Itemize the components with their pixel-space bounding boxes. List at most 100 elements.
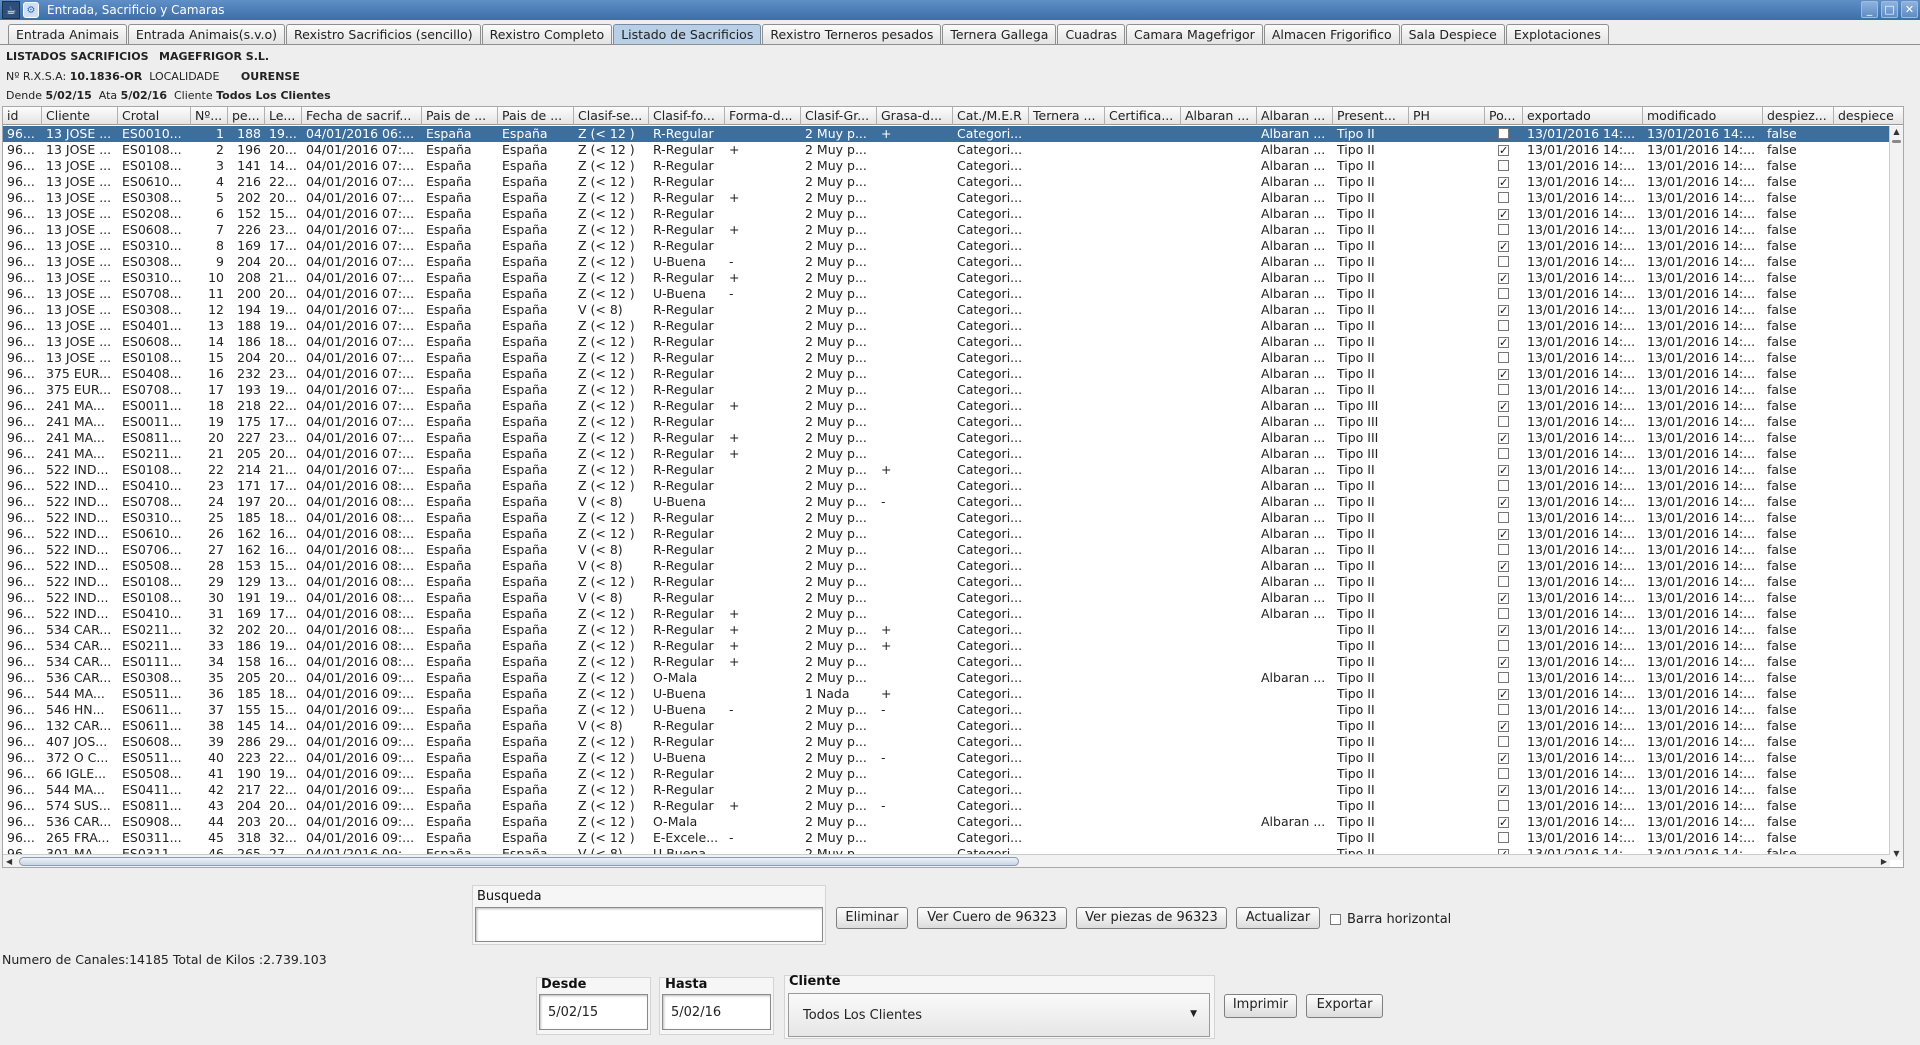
cliente-combobox[interactable]: Todos Los Clientes ▼ (788, 993, 1210, 1037)
table-row[interactable]: 96... 13 JOSE ... ES0108... 3 141 14... 04/01/… (3, 158, 1903, 174)
po-checkbox[interactable] (1498, 608, 1509, 619)
table-row[interactable]: 96... 522 IND... ES0610... 26 162 16... 04/01/… (3, 526, 1903, 542)
vertical-scrollbar[interactable]: ▲ ▼ (1889, 126, 1903, 860)
po-checkbox[interactable]: ✓ (1498, 337, 1509, 348)
window-menu-icon[interactable]: ⚙ (23, 2, 39, 18)
table-row[interactable]: 96... 241 MA... ES0011... 19 175 17... 04/01/2… (3, 414, 1903, 430)
po-checkbox[interactable] (1498, 512, 1509, 523)
po-checkbox[interactable]: ✓ (1498, 433, 1509, 444)
table-row[interactable]: 96... 265 FRA... ES0311... 45 318 32... 04/01/… (3, 830, 1903, 846)
tab-ternera-gallega[interactable]: Ternera Gallega (942, 24, 1057, 44)
imprimir-button[interactable]: Imprimir (1224, 994, 1297, 1018)
column-header[interactable]: Po... (1485, 107, 1523, 125)
column-header[interactable]: Cliente (42, 107, 118, 125)
table-row[interactable]: 96... 546 HN... ES0611... 37 155 15... 04/01/2… (3, 702, 1903, 718)
table-row[interactable]: 96... 241 MA... ES0811... 20 227 23... 04/01/2… (3, 430, 1903, 446)
search-input[interactable] (475, 907, 823, 942)
po-checkbox[interactable] (1498, 256, 1509, 267)
table-row[interactable]: 96... 132 CAR... ES0611... 38 145 14... 04/01/… (3, 718, 1903, 734)
po-checkbox[interactable]: ✓ (1498, 497, 1509, 508)
table-row[interactable]: 96... 13 JOSE ... ES0401... 13 188 19... 04/01… (3, 318, 1903, 334)
column-header[interactable]: Nº... (191, 107, 228, 125)
horizontal-scroll-thumb[interactable] (19, 857, 1019, 866)
tab-explotaciones[interactable]: Explotaciones (1505, 24, 1609, 44)
table-row[interactable]: 96... 13 JOSE ... ES0308... 5 202 20... 04/01/… (3, 190, 1903, 206)
tab-rexistro-sacrificios-sencillo[interactable]: Rexistro Sacrificios (sencillo) (286, 24, 481, 44)
table-row[interactable]: 96... 13 JOSE ... ES0610... 4 216 22... 04/01/… (3, 174, 1903, 190)
table-row[interactable]: 96... 13 JOSE ... ES0708... 11 200 20... 04/01… (3, 286, 1903, 302)
table-row[interactable]: 96... 13 JOSE ... ES0310... 10 208 21... 04/01… (3, 270, 1903, 286)
po-checkbox[interactable] (1498, 128, 1509, 139)
po-checkbox[interactable]: ✓ (1498, 657, 1509, 668)
tab-entrada-animais-s-v-o[interactable]: Entrada Animais(s.v.o) (127, 24, 286, 44)
po-checkbox[interactable]: ✓ (1498, 305, 1509, 316)
po-checkbox[interactable]: ✓ (1498, 753, 1509, 764)
po-checkbox[interactable] (1498, 768, 1509, 779)
scroll-up-icon[interactable]: ▲ (1890, 126, 1903, 138)
column-header[interactable]: pe... (228, 107, 265, 125)
barra-horizontal-checkbox[interactable] (1330, 914, 1341, 925)
column-header[interactable]: Forma-d... (725, 107, 801, 125)
po-checkbox[interactable] (1498, 448, 1509, 459)
table-row[interactable]: 96... 534 CAR... ES0211... 32 202 20... 04/01/… (3, 622, 1903, 638)
tab-listado-de-sacrificios[interactable]: Listado de Sacrificios (613, 24, 762, 44)
table-row[interactable]: 96... 522 IND... ES0508... 28 153 15... 04/01/… (3, 558, 1903, 574)
table-row[interactable]: 96... 66 IGLE... ES0508... 41 190 19... 04/01/… (3, 766, 1903, 782)
column-header[interactable]: Certifica... (1105, 107, 1181, 125)
table-row[interactable]: 96... 241 MA... ES0211... 21 205 20... 04/01/2… (3, 446, 1903, 462)
table-row[interactable]: 96... 372 O C... ES0511... 40 223 22... 04/01/… (3, 750, 1903, 766)
po-checkbox[interactable] (1498, 320, 1509, 331)
column-header[interactable]: Grasa-d... (877, 107, 953, 125)
ver-cuero-button[interactable]: Ver Cuero de 96323 (917, 907, 1067, 929)
po-checkbox[interactable]: ✓ (1498, 817, 1509, 828)
scroll-down-icon[interactable]: ▼ (1890, 848, 1903, 860)
table-row[interactable]: 96... 13 JOSE ... ES0108... 2 196 20... 04/01/… (3, 142, 1903, 158)
tab-sala-despiece[interactable]: Sala Despiece (1400, 24, 1505, 44)
table-row[interactable]: 96... 544 MA... ES0511... 36 185 18... 04/01/2… (3, 686, 1903, 702)
table-row[interactable]: 96... 544 MA... ES0411... 42 217 22... 04/01/2… (3, 782, 1903, 798)
table-row[interactable]: 96... 13 JOSE ... ES0308... 12 194 19... 04/01… (3, 302, 1903, 318)
po-checkbox[interactable] (1498, 640, 1509, 651)
column-header[interactable]: Present... (1333, 107, 1409, 125)
table-row[interactable]: 96... 13 JOSE ... ES0108... 15 204 20... 04/01… (3, 350, 1903, 366)
column-header[interactable]: Le... (265, 107, 302, 125)
column-header[interactable]: Clasif-Gr... (801, 107, 877, 125)
tab-entrada-animais[interactable]: Entrada Animais (8, 24, 127, 44)
actualizar-button[interactable]: Actualizar (1236, 907, 1320, 929)
column-header[interactable]: Clasif-fo... (649, 107, 725, 125)
tab-almacen-frigorifico[interactable]: Almacen Frigorifico (1263, 24, 1400, 44)
po-checkbox[interactable]: ✓ (1498, 145, 1509, 156)
po-checkbox[interactable] (1498, 160, 1509, 171)
table-row[interactable]: 96... 13 JOSE ... ES0608... 7 226 23... 04/01/… (3, 222, 1903, 238)
po-checkbox[interactable]: ✓ (1498, 561, 1509, 572)
po-checkbox[interactable] (1498, 352, 1509, 363)
scroll-left-icon[interactable]: ◀ (6, 855, 12, 867)
table-row[interactable]: 96... 407 JOS... ES0608... 39 286 29... 04/01/… (3, 734, 1903, 750)
po-checkbox[interactable] (1498, 832, 1509, 843)
column-header[interactable]: Crotal (118, 107, 191, 125)
table-row[interactable]: 96... 241 MA... ES0011... 18 218 22... 04/01/2… (3, 398, 1903, 414)
tab-cuadras[interactable]: Cuadras (1057, 24, 1125, 44)
table-row[interactable]: 96... 536 CAR... ES0308... 35 205 20... 04/01/… (3, 670, 1903, 686)
po-checkbox[interactable]: ✓ (1498, 241, 1509, 252)
chevron-down-icon[interactable]: ▼ (1190, 1009, 1197, 1019)
column-header[interactable]: Albaran ... (1257, 107, 1333, 125)
po-checkbox[interactable]: ✓ (1498, 721, 1509, 732)
po-checkbox[interactable] (1498, 736, 1509, 747)
column-header[interactable]: Albaran ... (1181, 107, 1257, 125)
po-checkbox[interactable]: ✓ (1498, 625, 1509, 636)
table-row[interactable]: 96... 536 CAR... ES0908... 44 203 20... 04/01/… (3, 814, 1903, 830)
tab-camara-magefrigor[interactable]: Camara Magefrigor (1126, 24, 1263, 44)
po-checkbox[interactable]: ✓ (1498, 785, 1509, 796)
column-header[interactable]: Pais de ... (422, 107, 498, 125)
po-checkbox[interactable]: ✓ (1498, 465, 1509, 476)
desde-field[interactable]: 5/02/15 (539, 994, 648, 1030)
column-header[interactable]: Fecha de sacrif... (302, 107, 422, 125)
table-row[interactable]: 96... 13 JOSE ... ES0208... 6 152 15... 04/01/… (3, 206, 1903, 222)
table-row[interactable]: 96... 375 EUR... ES0408... 16 232 23... 04/01/… (3, 366, 1903, 382)
scroll-right-icon[interactable]: ▶ (1881, 855, 1887, 867)
column-header[interactable]: exportado (1523, 107, 1643, 125)
table-row[interactable]: 96... 13 JOSE ... ES0308... 9 204 20... 04/01/… (3, 254, 1903, 270)
java-app-icon[interactable]: ☕ (2, 1, 20, 19)
table-row[interactable]: 96... 522 IND... ES0310... 25 185 18... 04/01/… (3, 510, 1903, 526)
